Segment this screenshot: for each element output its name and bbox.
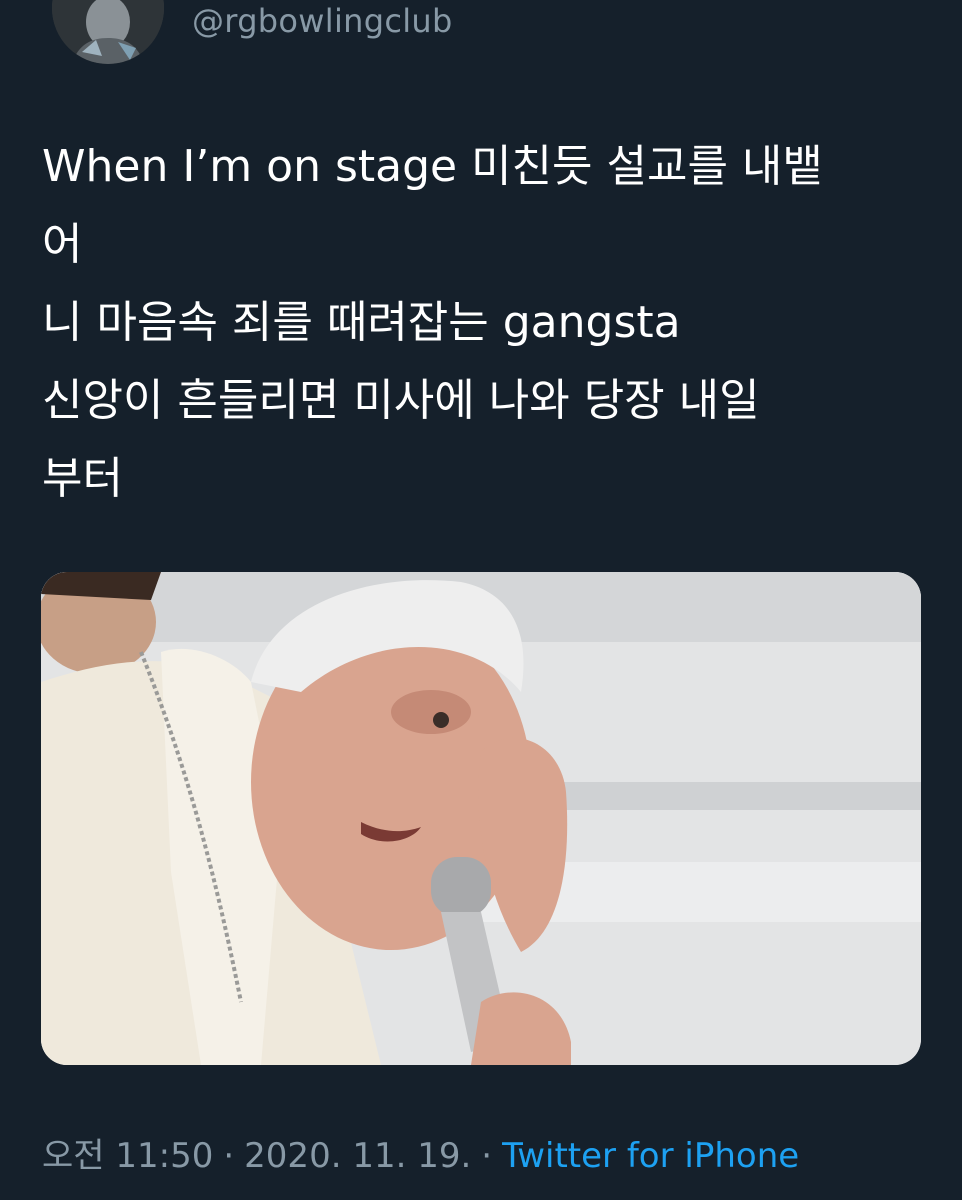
photo-image	[41, 572, 921, 1065]
tweet-text-line: 부터	[42, 453, 123, 504]
tweet-text-line: 니 마음속 죄를 때려잡는 gangsta	[42, 297, 681, 348]
tweet-date: 2020. 11. 19.	[244, 1136, 472, 1176]
tweet-text-line: 신앙이 흔들리면 미사에 나와 당장 내일	[42, 375, 760, 426]
tweet-text: When I’m on stage 미친듯 설교를 내뱉 어 니 마음속 죄를 …	[42, 128, 922, 518]
tweet-source-link[interactable]: Twitter for iPhone	[502, 1136, 799, 1176]
tweet-time: 오전 11:50	[42, 1136, 214, 1176]
separator-dot: ·	[481, 1136, 493, 1176]
avatar-image	[52, 0, 164, 64]
tweet: @rgbowlingclub When I’m on stage 미친듯 설교를…	[0, 0, 962, 1200]
tweet-text-line: 어	[42, 219, 83, 270]
tweet-text-line: When I’m on stage 미친듯 설교를 내뱉	[42, 141, 823, 192]
separator-dot: ·	[223, 1136, 235, 1176]
user-handle[interactable]: @rgbowlingclub	[192, 2, 453, 40]
tweet-meta: 오전 11:50 · 2020. 11. 19. · Twitter for iPhon…	[42, 1128, 799, 1177]
tweet-photo[interactable]	[41, 572, 921, 1065]
user-avatar[interactable]	[52, 0, 164, 64]
